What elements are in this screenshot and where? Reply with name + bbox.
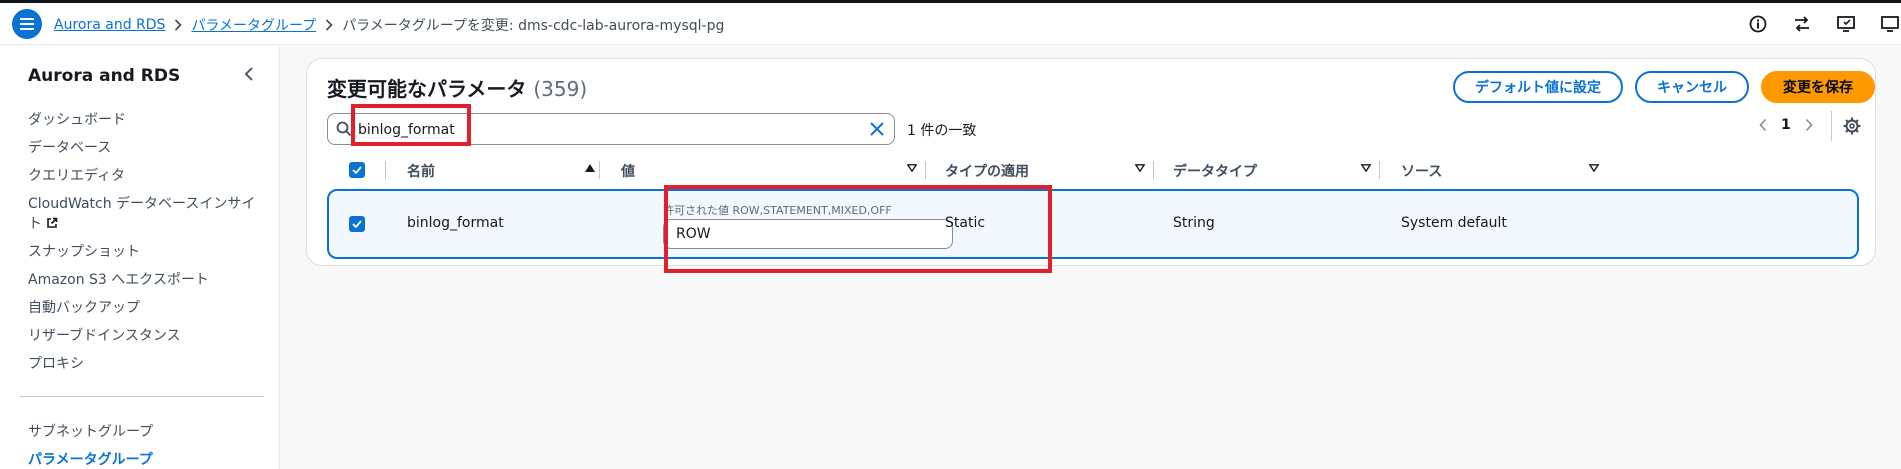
monitor-feedback-icon[interactable]	[1835, 13, 1857, 35]
column-header-value[interactable]: 値	[621, 161, 635, 181]
sidebar-item-cloudwatch-insights-tail: ト	[28, 216, 42, 232]
column-header-source[interactable]: ソース	[1401, 161, 1442, 181]
sidebar-item-parameter-groups[interactable]: パラメータグループ	[28, 449, 153, 469]
chevron-right-icon	[325, 19, 333, 31]
breadcrumb-parameter-groups[interactable]: パラメータグループ	[191, 15, 316, 35]
table-header: 名前 値 タイプの適用 データタイプ ソース	[327, 155, 1859, 185]
save-changes-button[interactable]: 変更を保存	[1761, 71, 1875, 103]
sidebar-title: Aurora and RDS	[28, 66, 181, 86]
search-icon	[336, 121, 352, 141]
search-input[interactable]	[358, 120, 838, 140]
select-all-checkbox[interactable]	[349, 162, 365, 178]
collapse-sidebar-button[interactable]	[244, 66, 262, 86]
sidebar-item-query-editor[interactable]: クエリエディタ	[28, 165, 125, 185]
prev-page-button[interactable]	[1759, 118, 1767, 132]
sidebar-item-subnet-groups[interactable]: サブネットグループ	[28, 421, 153, 441]
sidebar-item-databases[interactable]: データベース	[28, 137, 111, 157]
column-divider	[1379, 161, 1380, 179]
allowed-values-hint: 許可された値 ROW,STATEMENT,MIXED,OFF	[663, 204, 892, 217]
cell-name: binlog_format	[407, 215, 504, 231]
check-icon	[352, 220, 362, 228]
panel-title-text: 変更可能なパラメータ	[327, 77, 527, 101]
chevron-left-icon	[244, 67, 253, 81]
clear-search-icon[interactable]	[868, 120, 886, 142]
sidebar-item-dashboard[interactable]: ダッシュボード	[28, 109, 126, 129]
sidebar: Aurora and RDS ダッシュボード データベース クエリエディタ Cl…	[0, 46, 280, 469]
cancel-button[interactable]: キャンセル	[1635, 71, 1749, 103]
header-icons	[1747, 13, 1901, 35]
sidebar-item-cloudwatch-insights[interactable]: CloudWatch データベースインサイ	[28, 193, 255, 213]
column-divider	[599, 161, 600, 179]
info-icon[interactable]	[1747, 13, 1769, 35]
external-link-icon	[47, 217, 58, 228]
sidebar-item-proxies[interactable]: プロキシ	[28, 353, 84, 373]
sidebar-item-cloudwatch-insights-cont[interactable]: ト	[28, 213, 58, 233]
cell-data-type: String	[1173, 215, 1215, 231]
check-icon	[352, 166, 362, 174]
sidebar-item-reserved-instances[interactable]: リザーブドインスタンス	[28, 325, 181, 345]
reset-default-button[interactable]: デフォルト値に設定	[1453, 71, 1623, 103]
sidebar-divider	[20, 396, 264, 397]
gear-icon	[1843, 117, 1861, 135]
sort-icon[interactable]	[1589, 164, 1599, 172]
parameter-count: (359)	[533, 77, 588, 101]
value-input[interactable]	[663, 219, 953, 249]
sidebar-item-s3-export[interactable]: Amazon S3 へエクスポート	[28, 269, 209, 289]
sort-icon[interactable]	[907, 164, 917, 172]
sidebar-item-snapshots[interactable]: スナップショット	[28, 241, 140, 261]
pagination-divider	[1831, 111, 1832, 141]
cell-apply-type: Static	[945, 215, 986, 231]
switch-icon[interactable]	[1791, 13, 1813, 35]
match-count: 1 件の一致	[907, 123, 977, 139]
search-box	[327, 113, 895, 145]
breadcrumb-aurora-rds[interactable]: Aurora and RDS	[54, 17, 165, 33]
column-header-data-type[interactable]: データタイプ	[1173, 161, 1257, 181]
hamburger-icon	[20, 18, 34, 30]
parameters-panel: 変更可能なパラメータ (359) デフォルト値に設定 キャンセル 変更を保存 1…	[306, 58, 1876, 266]
screen-icon[interactable]	[1879, 13, 1901, 35]
table-row[interactable]: binlog_format 許可された値 ROW,STATEMENT,MIXED…	[327, 189, 1859, 259]
sort-ascending-icon[interactable]	[585, 164, 595, 172]
breadcrumb-current: パラメータグループを変更: dms-cdc-lab-aurora-mysql-p…	[342, 18, 725, 34]
cell-source: System default	[1401, 215, 1507, 231]
sort-icon[interactable]	[1361, 164, 1371, 172]
page-number[interactable]: 1	[1781, 117, 1791, 133]
column-divider	[925, 161, 926, 179]
chevron-right-icon	[1805, 118, 1813, 132]
header: Aurora and RDS パラメータグループ パラメータグループを変更: d…	[0, 3, 1901, 45]
menu-button[interactable]	[12, 9, 42, 39]
panel-title: 変更可能なパラメータ (359)	[327, 73, 587, 102]
sidebar-item-automated-backups[interactable]: 自動バックアップ	[28, 297, 140, 317]
breadcrumb: Aurora and RDS パラメータグループ パラメータグループを変更: d…	[54, 15, 724, 35]
column-header-apply-type[interactable]: タイプの適用	[945, 161, 1029, 181]
column-header-name[interactable]: 名前	[407, 161, 435, 181]
row-checkbox[interactable]	[349, 216, 365, 232]
column-divider	[385, 161, 386, 179]
sort-icon[interactable]	[1135, 164, 1145, 172]
pagination: 1	[1759, 117, 1813, 133]
next-page-button[interactable]	[1805, 118, 1813, 132]
chevron-right-icon	[174, 19, 183, 31]
preferences-button[interactable]	[1843, 117, 1861, 139]
chevron-left-icon	[1759, 118, 1767, 132]
column-divider	[1153, 161, 1154, 179]
